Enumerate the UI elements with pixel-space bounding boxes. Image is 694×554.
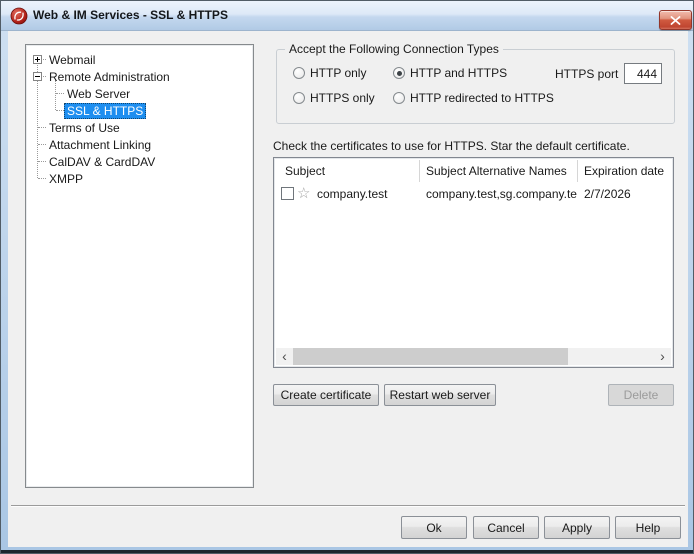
tree-item-attachment-linking[interactable]: Attachment Linking: [26, 136, 253, 153]
certificates-table: Subject Subject Alternative Names Expira…: [273, 157, 674, 368]
certificates-instruction: Check the certificates to use for HTTPS.…: [273, 139, 630, 153]
https-port-input[interactable]: [624, 63, 662, 84]
cell-alt-names: company.test,sg.company.te...: [426, 187, 578, 201]
window-title: Web & IM Services - SSL & HTTPS: [33, 1, 228, 30]
delete-button[interactable]: Delete: [608, 384, 674, 406]
radio-http-and-https[interactable]: HTTP and HTTPS: [393, 66, 507, 80]
radio-label: HTTPS only: [310, 91, 375, 105]
radio-icon: [293, 92, 305, 104]
settings-tree: Webmail Remote Administration Web Server…: [25, 44, 254, 488]
cell-subject: company.test: [317, 187, 387, 201]
collapse-minus-icon[interactable]: [33, 72, 42, 81]
tree-item-label: Web Server: [64, 86, 133, 102]
scrollbar-thumb[interactable]: [293, 348, 568, 365]
tree-item-caldav-carddav[interactable]: CalDAV & CardDAV: [26, 153, 253, 170]
create-certificate-button[interactable]: Create certificate: [273, 384, 379, 406]
tree-item-label: Remote Administration: [46, 69, 173, 85]
tree-item-terms-of-use[interactable]: Terms of Use: [26, 119, 253, 136]
ok-button[interactable]: Ok: [401, 516, 467, 539]
titlebar[interactable]: Web & IM Services - SSL & HTTPS: [1, 1, 693, 31]
cancel-button[interactable]: Cancel: [473, 516, 539, 539]
horizontal-scrollbar[interactable]: ‹ ›: [276, 348, 671, 365]
column-header-expiration[interactable]: Expiration date: [578, 160, 671, 182]
radio-selected-icon: [393, 67, 405, 79]
cell-expiration: 2/7/2026: [584, 187, 631, 201]
restart-web-server-button[interactable]: Restart web server: [384, 384, 496, 406]
radio-icon: [293, 67, 305, 79]
footer-separator: [11, 505, 685, 507]
tree-item-label: CalDAV & CardDAV: [46, 154, 158, 170]
scroll-left-icon[interactable]: ‹: [276, 348, 293, 365]
tree-item-label: Terms of Use: [46, 120, 123, 136]
close-button[interactable]: [659, 10, 692, 30]
radio-https-only[interactable]: HTTPS only: [293, 91, 375, 105]
tree-item-label: XMPP: [46, 171, 86, 187]
radio-http-redirected-to-https[interactable]: HTTP redirected to HTTPS: [393, 91, 554, 105]
radio-label: HTTP only: [310, 66, 366, 80]
radio-http-only[interactable]: HTTP only: [293, 66, 366, 80]
close-icon: [670, 16, 681, 25]
tree-item-web-server[interactable]: Web Server: [26, 85, 253, 102]
expand-plus-icon[interactable]: [33, 55, 42, 64]
radio-icon: [393, 92, 405, 104]
mdaemon-app-icon: [10, 7, 28, 25]
tree-item-label: SSL & HTTPS: [64, 103, 146, 119]
tree-item-label: Attachment Linking: [46, 137, 154, 153]
certificate-row[interactable]: ☆ company.test company.test,sg.company.t…: [276, 184, 671, 204]
https-port-label: HTTPS port: [555, 67, 618, 81]
tree-item-xmpp[interactable]: XMPP: [26, 170, 253, 187]
radio-label: HTTP and HTTPS: [410, 66, 507, 80]
tree-item-label: Webmail: [46, 52, 98, 68]
certificate-checkbox[interactable]: [281, 187, 294, 200]
scroll-right-icon[interactable]: ›: [654, 348, 671, 365]
tree-item-webmail[interactable]: Webmail: [26, 51, 253, 68]
column-header-alt-names[interactable]: Subject Alternative Names: [420, 160, 578, 182]
tree-item-ssl-https[interactable]: SSL & HTTPS: [26, 102, 253, 119]
default-star-icon[interactable]: ☆: [297, 185, 310, 203]
column-header-subject[interactable]: Subject: [276, 160, 420, 182]
groupbox-connection-types: Accept the Following Connection Types HT…: [276, 49, 675, 124]
groupbox-title: Accept the Following Connection Types: [285, 42, 503, 56]
tree-item-remote-administration[interactable]: Remote Administration: [26, 68, 253, 85]
apply-button[interactable]: Apply: [544, 516, 610, 539]
dialog-window: Web & IM Services - SSL & HTTPS Webmail …: [0, 0, 694, 554]
help-button[interactable]: Help: [615, 516, 681, 539]
radio-label: HTTP redirected to HTTPS: [410, 91, 554, 105]
